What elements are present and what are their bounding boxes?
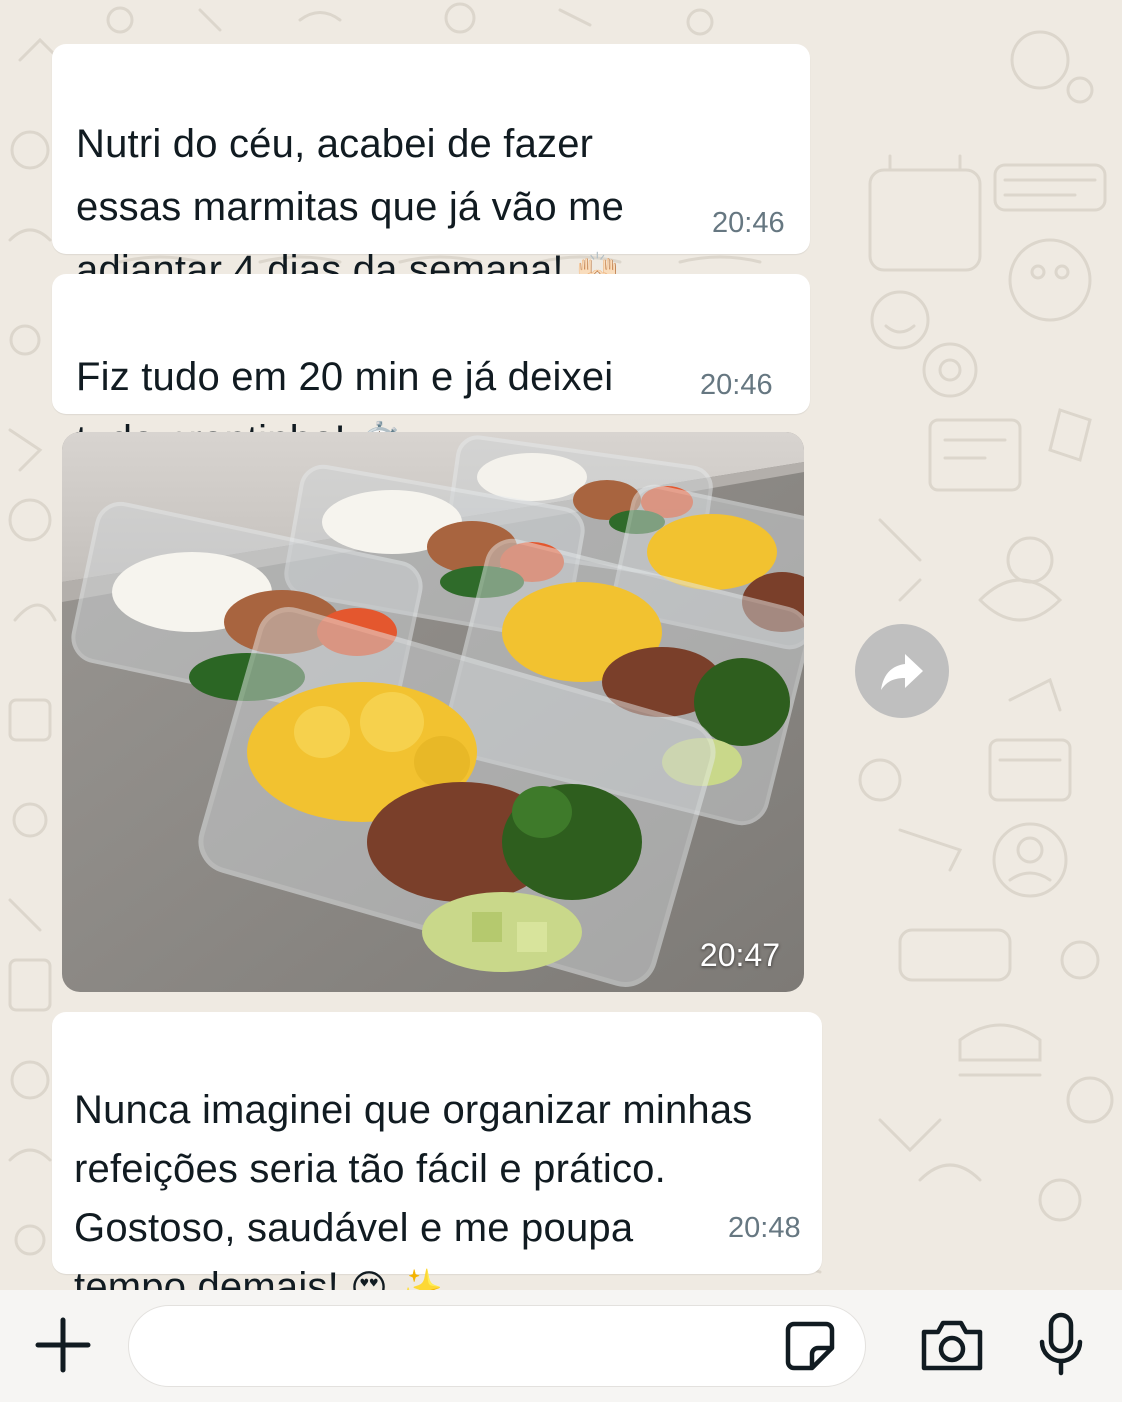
message-input[interactable] — [128, 1305, 866, 1387]
forward-button[interactable] — [855, 624, 949, 718]
plus-icon[interactable] — [34, 1316, 92, 1374]
sticker-icon[interactable] — [784, 1320, 836, 1372]
message-text: Nunca imaginei que organizar minhas refe… — [74, 1022, 752, 1317]
message-timestamp: 20:46 — [700, 369, 773, 401]
microphone-icon[interactable] — [1036, 1312, 1086, 1376]
image-timestamp: 20:47 — [699, 937, 780, 973]
message-timestamp: 20:46 — [712, 207, 785, 239]
message-body: Nutri do céu, acabei de fazer essas marm… — [76, 122, 625, 292]
meal-prep-image — [62, 432, 804, 992]
camera-icon[interactable] — [918, 1318, 986, 1372]
forward-arrow-icon — [881, 654, 923, 690]
message-text: Nutri do céu, acabei de fazer essas marm… — [76, 50, 624, 302]
meal-prep-photo[interactable]: 20:47 — [62, 432, 804, 992]
message-timestamp: 20:48 — [728, 1212, 801, 1244]
